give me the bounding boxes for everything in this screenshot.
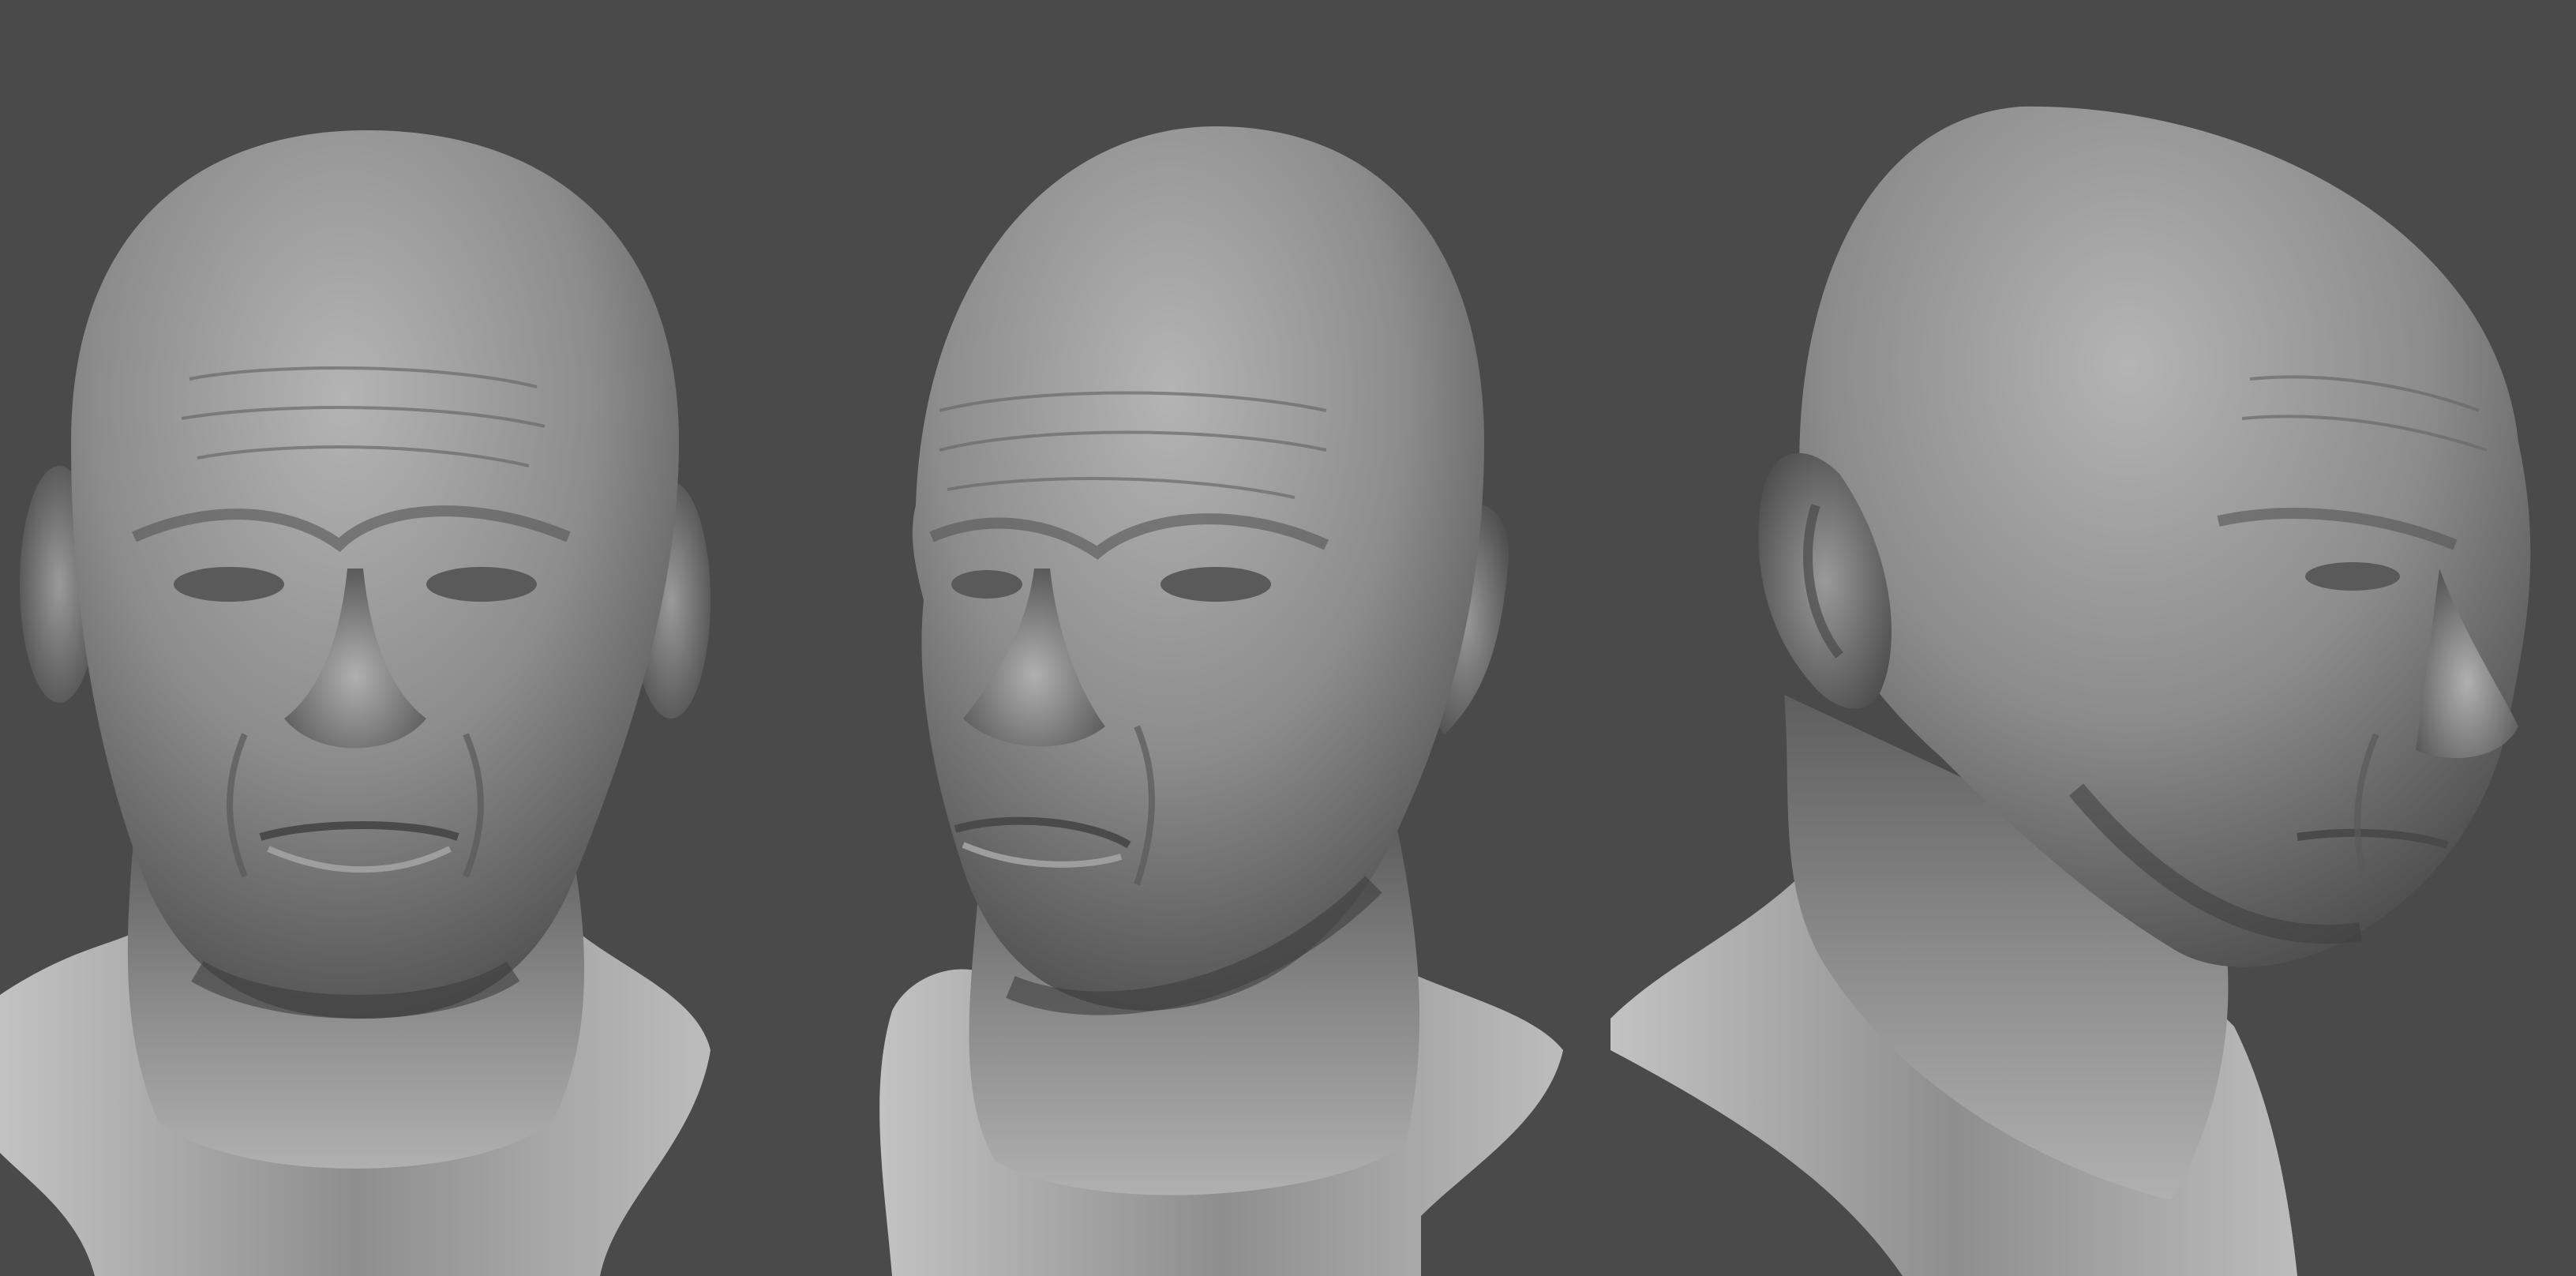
left-eye — [174, 567, 284, 602]
eye — [2305, 562, 2400, 591]
head-front-sculpt — [0, 130, 711, 1276]
head-three-quarter-view — [774, 0, 1626, 1276]
sculpt-viewport — [0, 0, 2576, 1276]
right-eye — [1161, 567, 1271, 602]
head-profile-sculpt — [1610, 106, 2531, 1276]
head-profile-view — [1603, 0, 2576, 1276]
head-three-quarter-sculpt — [879, 126, 1563, 1276]
head — [71, 130, 679, 1019]
left-eye — [951, 570, 1022, 599]
head-front-view — [0, 0, 789, 1276]
right-eye — [426, 567, 537, 602]
